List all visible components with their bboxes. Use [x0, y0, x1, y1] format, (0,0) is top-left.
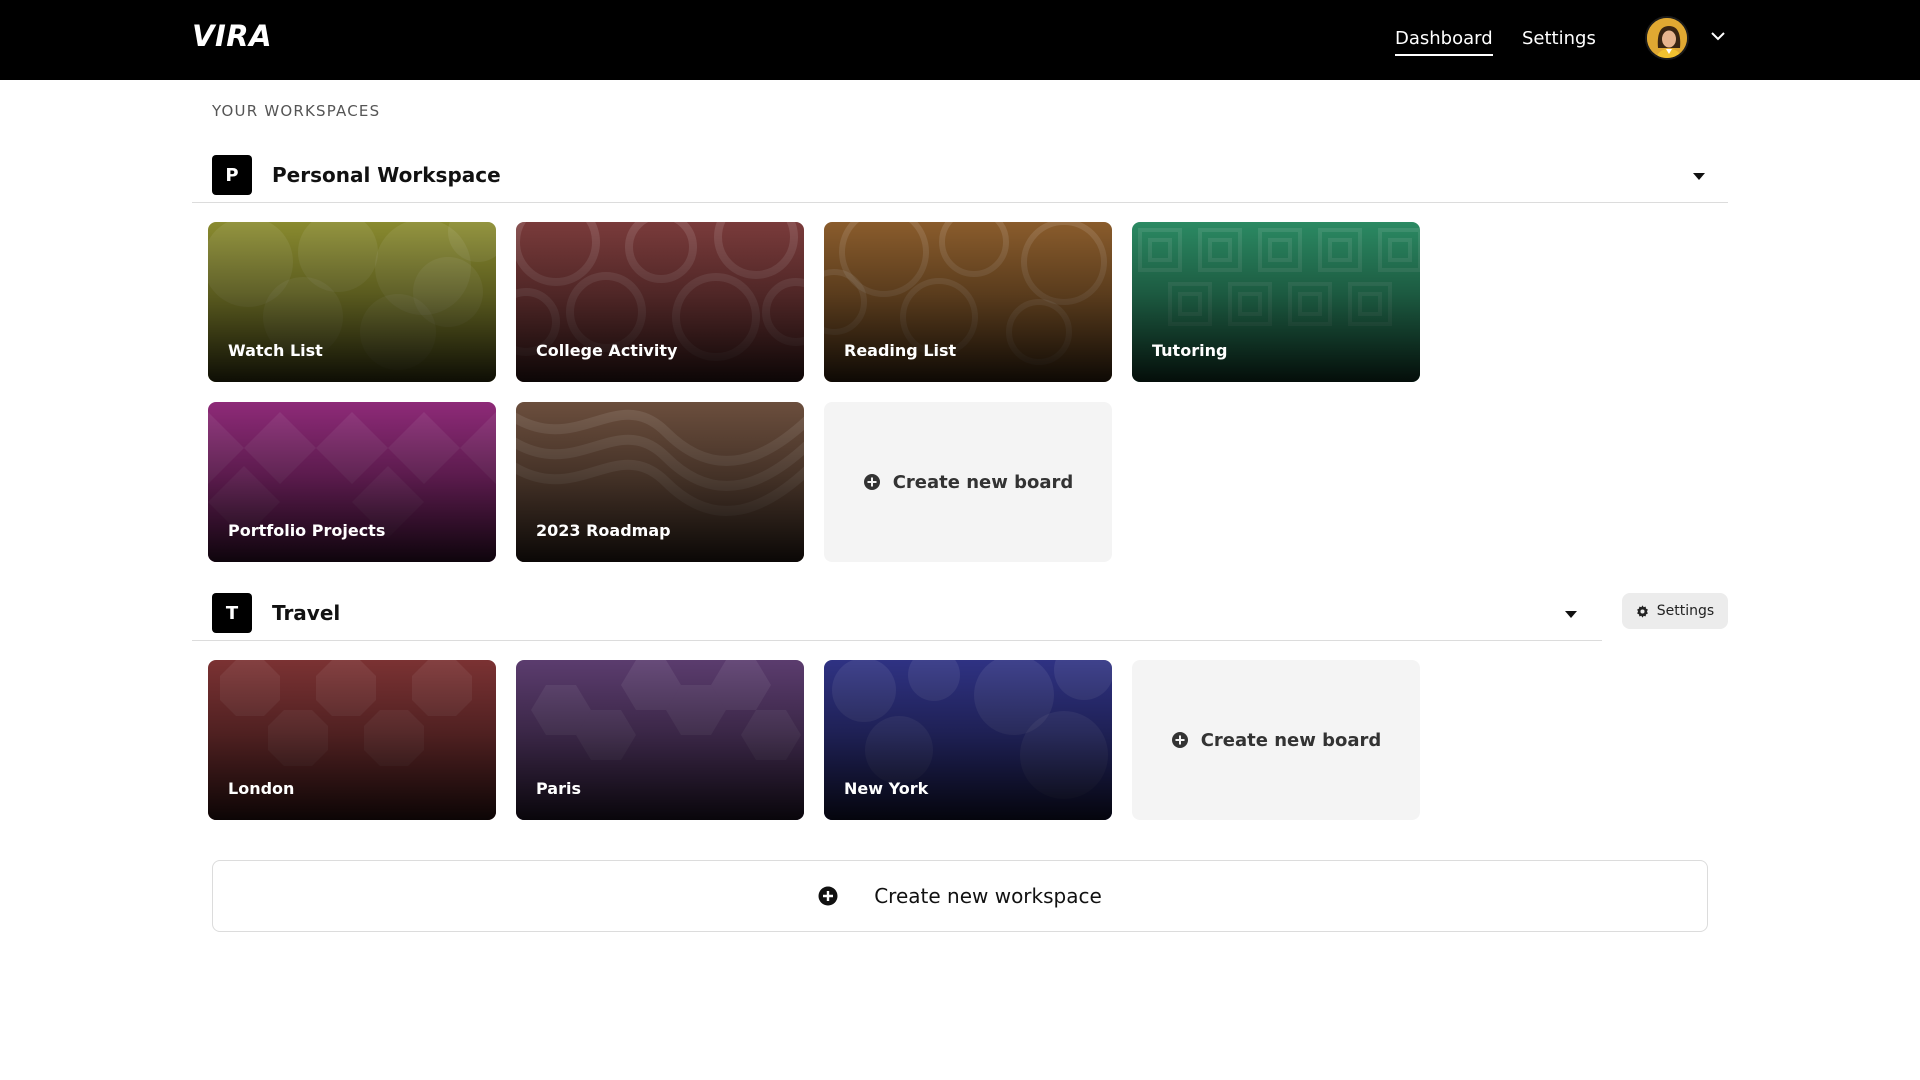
- workspace-settings-button[interactable]: Settings: [1622, 593, 1728, 629]
- board-title: Watch List: [228, 341, 323, 360]
- nav-settings-link[interactable]: Settings: [1522, 28, 1596, 54]
- workspace-header-personal: P Personal Workspace: [192, 147, 1728, 203]
- board-card-portfolio-projects[interactable]: Portfolio Projects: [208, 402, 496, 562]
- app-logo[interactable]: VIRA: [192, 19, 272, 53]
- workspaces-section-label: YOUR WORKSPACES: [212, 102, 381, 120]
- board-title: New York: [844, 779, 929, 798]
- board-card-reading-list[interactable]: Reading List: [824, 222, 1112, 382]
- plus-circle-icon: [863, 474, 880, 490]
- nav-dashboard-link[interactable]: Dashboard: [1395, 28, 1493, 56]
- workspace-badge: P: [212, 155, 252, 195]
- create-new-board-button[interactable]: Create new board: [824, 402, 1112, 562]
- board-card-new-york[interactable]: New York: [824, 660, 1112, 820]
- board-card-college-activity[interactable]: College Activity: [516, 222, 804, 382]
- workspace-settings-label: Settings: [1656, 603, 1715, 619]
- board-title: College Activity: [536, 341, 678, 360]
- board-card-tutoring[interactable]: Tutoring: [1132, 222, 1420, 382]
- caret-down-icon[interactable]: [1692, 171, 1706, 181]
- user-avatar[interactable]: [1645, 16, 1689, 60]
- plus-circle-icon: [818, 886, 838, 906]
- create-board-label: Create new board: [892, 471, 1074, 493]
- caret-down-icon[interactable]: [1564, 609, 1578, 619]
- avatar-portrait-icon: [1647, 18, 1687, 58]
- board-title: 2023 Roadmap: [536, 521, 671, 540]
- board-card-2023-roadmap[interactable]: 2023 Roadmap: [516, 402, 804, 562]
- board-title: Reading List: [844, 341, 957, 360]
- create-workspace-label: Create new workspace: [874, 884, 1102, 908]
- workspace-badge: T: [212, 593, 252, 633]
- workspace-header-travel: T Travel: [192, 585, 1602, 641]
- board-title: London: [228, 779, 295, 798]
- create-board-label: Create new board: [1200, 729, 1382, 751]
- board-title: Tutoring: [1152, 341, 1228, 360]
- board-card-watch-list[interactable]: Watch List: [208, 222, 496, 382]
- chevron-down-icon[interactable]: [1710, 30, 1726, 42]
- plus-circle-icon: [1171, 732, 1188, 748]
- create-new-workspace-button[interactable]: Create new workspace: [212, 860, 1708, 932]
- board-card-london[interactable]: London: [208, 660, 496, 820]
- top-navigation-bar: VIRA Dashboard Settings: [0, 0, 1920, 80]
- board-card-paris[interactable]: Paris: [516, 660, 804, 820]
- gear-icon: [1636, 604, 1648, 618]
- create-new-board-button[interactable]: Create new board: [1132, 660, 1420, 820]
- board-title: Paris: [536, 779, 581, 798]
- workspace-title: Personal Workspace: [272, 163, 501, 187]
- workspace-title: Travel: [272, 601, 341, 625]
- board-title: Portfolio Projects: [228, 521, 386, 540]
